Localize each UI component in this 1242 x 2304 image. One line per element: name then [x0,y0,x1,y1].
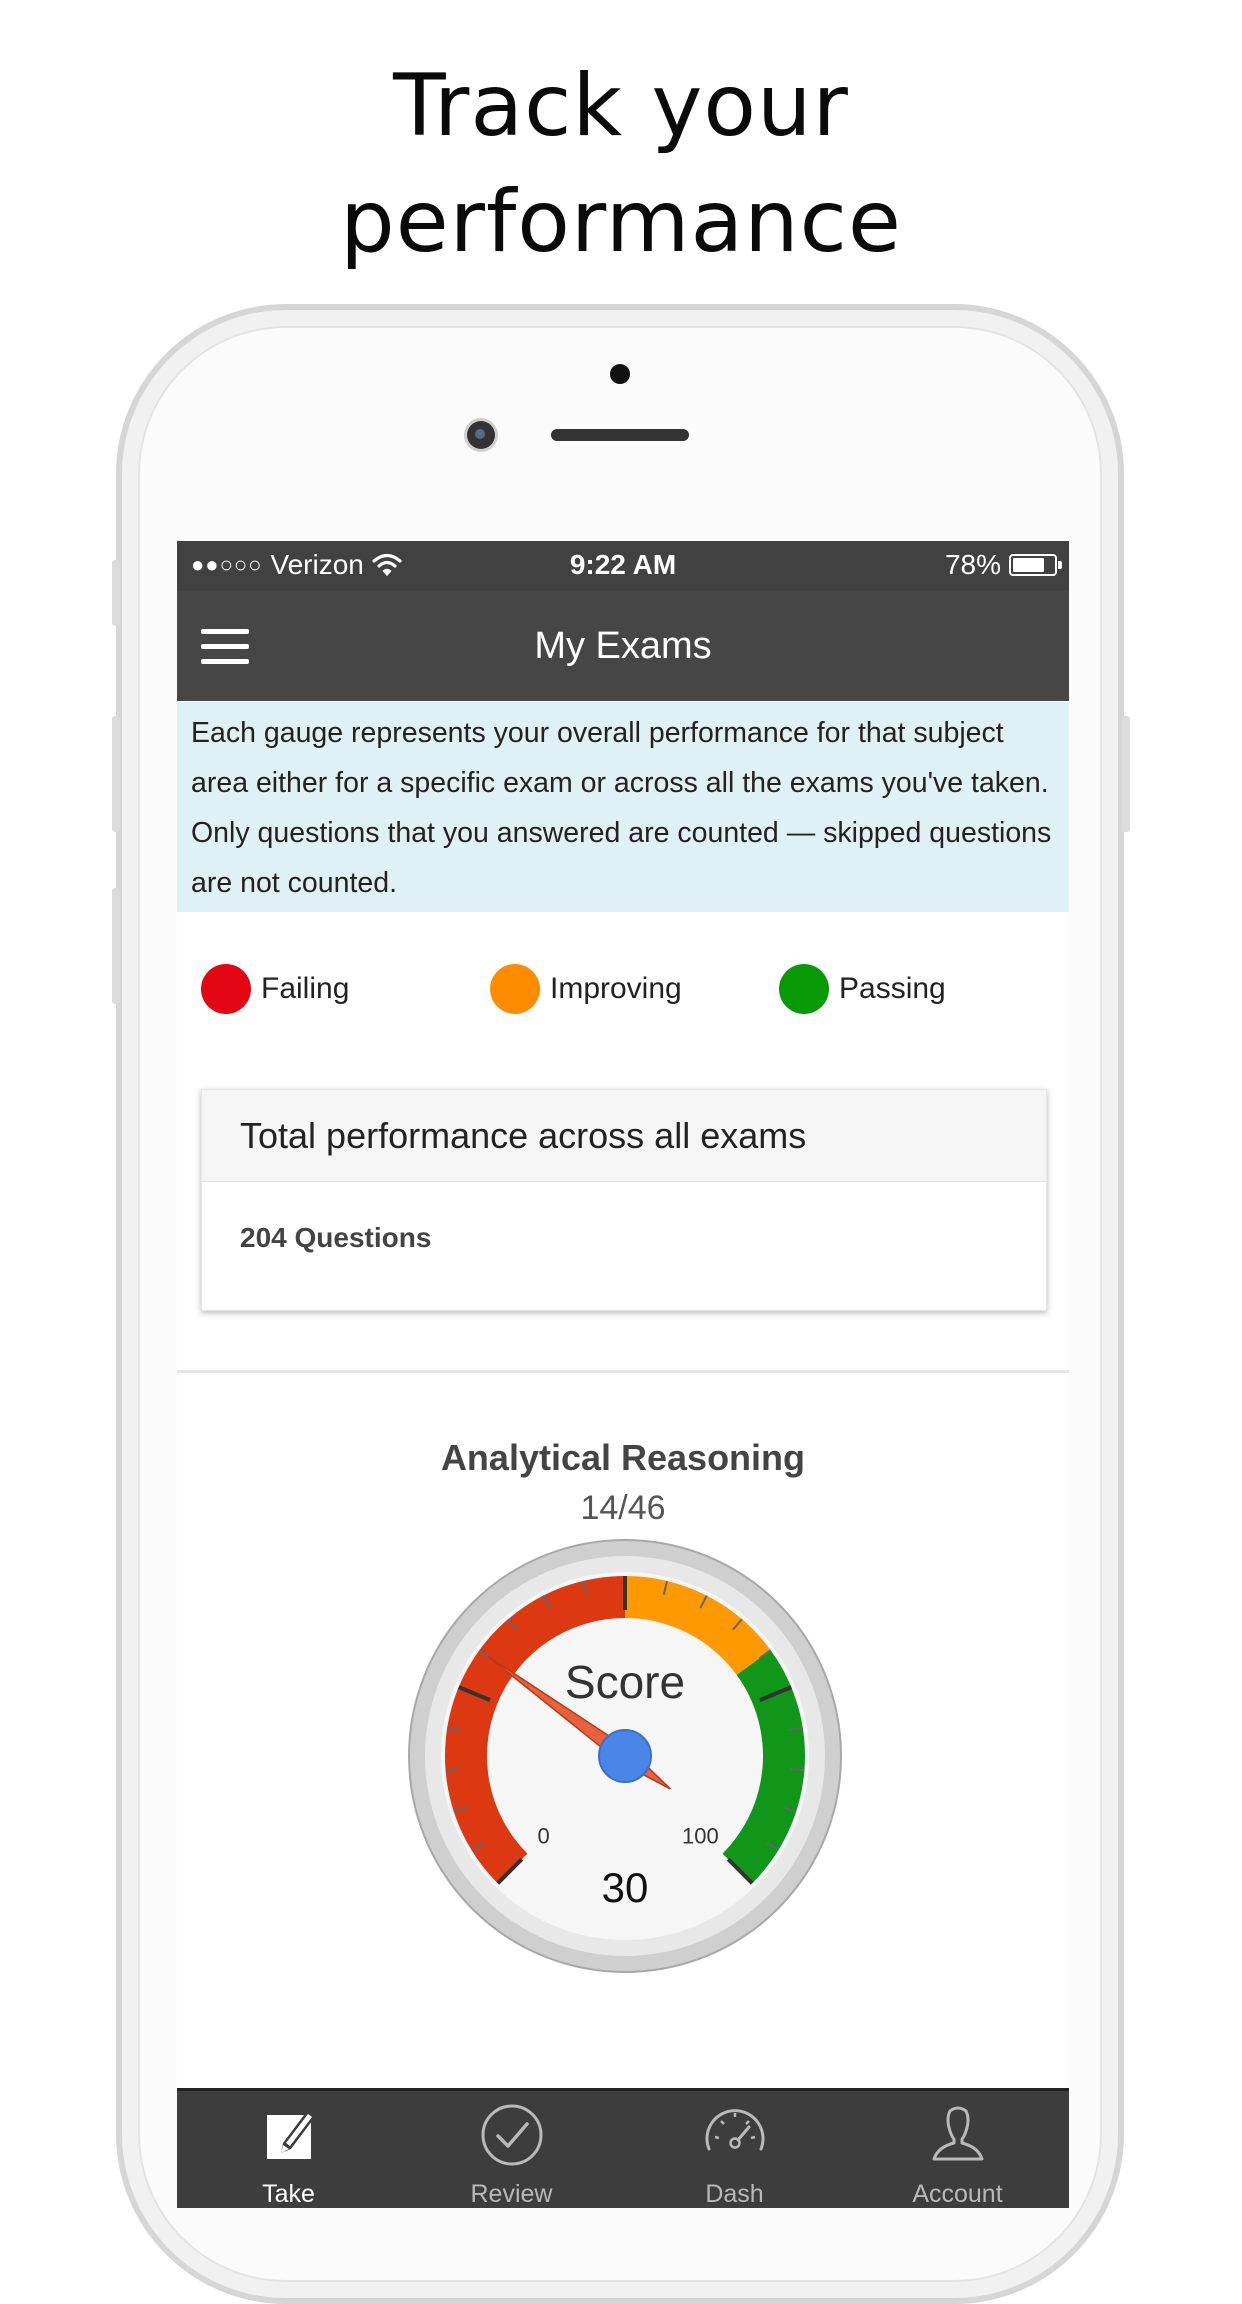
phone-volume-up [112,716,120,832]
battery-icon [1009,554,1062,576]
battery-tip [1058,561,1062,569]
gauge-min-label: 0 [538,1823,550,1848]
legend-item-passing: Passing [779,961,946,1017]
gauge-minor-tick [790,1768,805,1772]
tab-account[interactable]: Account [846,2091,1069,2208]
total-performance-card[interactable]: Total performance across all exams 204 Q… [201,1089,1047,1311]
gauge-minor-tick [445,1768,460,1772]
page-title: My Exams [534,625,712,667]
tab-bar: Take Review Dash Account [177,2088,1069,2208]
gauge-max-label: 100 [682,1823,719,1848]
tab-dash[interactable]: Dash [623,2091,846,2208]
legend-label: Failing [261,972,350,1005]
headline: Track your performance [0,48,1242,280]
gauge-hub [598,1729,652,1783]
proximity-sensor [610,364,630,384]
user-icon [932,2106,984,2161]
battery-percent: 78% [944,549,1001,580]
legend-item-improving: Improving [490,961,682,1017]
gauge-label: Score [565,1656,685,1708]
section-divider [177,1370,1069,1373]
edit-icon [267,2111,315,2159]
navigation-bar: My Exams [177,591,1069,701]
legend-label: Passing [839,972,946,1005]
status-right: 78% [944,549,1062,581]
tab-label: Take [262,2180,315,2208]
gauge-value: 30 [602,1864,649,1911]
legend-label: Improving [550,972,682,1005]
info-panel: Each gauge represents your overall perfo… [177,702,1069,912]
tab-label: Review [470,2180,553,2208]
failing-dot-icon [201,964,251,1014]
phone-mute-switch [112,560,120,626]
tab-take[interactable]: Take [177,2091,400,2208]
earpiece-speaker [551,429,689,441]
speedometer-icon [705,2109,765,2151]
question-count: 204 Questions [240,1222,432,1253]
passing-dot-icon [779,964,829,1014]
phone-volume-down [112,888,120,1004]
tab-review[interactable]: Review [400,2091,623,2208]
headline-line-1: Track your [393,56,849,156]
subject-name: Analytical Reasoning [440,1437,806,1478]
subject-fraction: 14/46 [580,1489,666,1527]
check-circle-icon [481,2104,543,2166]
score-gauge: Score 0 100 30 [408,1539,842,1973]
status-bar: ●●○○○ Verizon 9:22 AM 78% [177,541,1069,591]
tab-label: Account [912,2180,1003,2208]
tab-label: Dash [705,2180,764,2208]
legend: Failing Improving Passing [201,961,1061,1017]
improving-dot-icon [490,964,540,1014]
card-title: Total performance across all exams [202,1090,1046,1182]
legend-item-failing: Failing [201,961,349,1017]
headline-line-2: performance [340,172,902,272]
status-time: 9:22 AM [569,549,677,580]
phone-screen: ●●○○○ Verizon 9:22 AM 78% My Exams Each … [177,541,1069,2208]
battery-level [1013,558,1045,572]
front-camera [467,421,495,449]
phone-power-button [1122,716,1130,832]
